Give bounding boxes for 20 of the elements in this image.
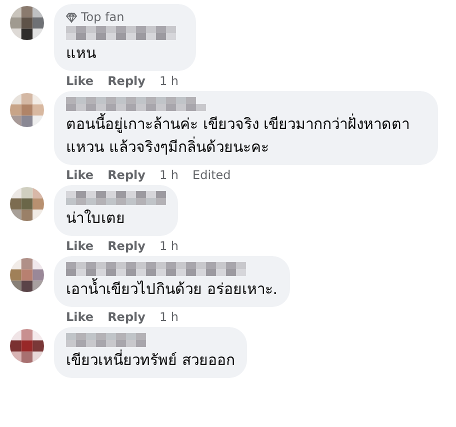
action-link[interactable]: Like (66, 239, 94, 254)
edited-label: Edited (192, 168, 231, 183)
diamond-icon (66, 12, 77, 22)
action-link[interactable]: Like (66, 74, 94, 89)
timestamp[interactable]: 1 h (159, 310, 179, 325)
action-link[interactable]: Reply (108, 168, 146, 183)
comment-text: น่าใบเตย (66, 208, 126, 229)
action-link[interactable]: Reply (108, 239, 146, 254)
comment-text: เขียวเหนี่ยวทรัพย์ สวยออก (66, 349, 235, 371)
timestamp[interactable]: 1 h (159, 74, 179, 89)
timestamp[interactable]: 1 h (159, 168, 179, 183)
action-link[interactable]: Like (66, 168, 94, 183)
comment-text: แหน (66, 43, 97, 64)
top-fan-label: Top fan (81, 10, 124, 24)
action-link[interactable]: Reply (108, 310, 146, 325)
timestamp[interactable]: 1 h (159, 239, 179, 254)
comment-text: ตอนนี้อยู่เกาะล้านค่ะ เขียวจริง เขียวมากกว่าฝั่งหาดตาแหวน แล้วจริงๆมีกลิ่นด้วยนะคะ (66, 113, 411, 158)
comment-text: เอาน้ำเขียวไปกินด้วย อร่อยเหาะ. (66, 278, 278, 300)
action-link[interactable]: Reply (108, 74, 146, 89)
action-link[interactable]: Like (66, 310, 94, 325)
